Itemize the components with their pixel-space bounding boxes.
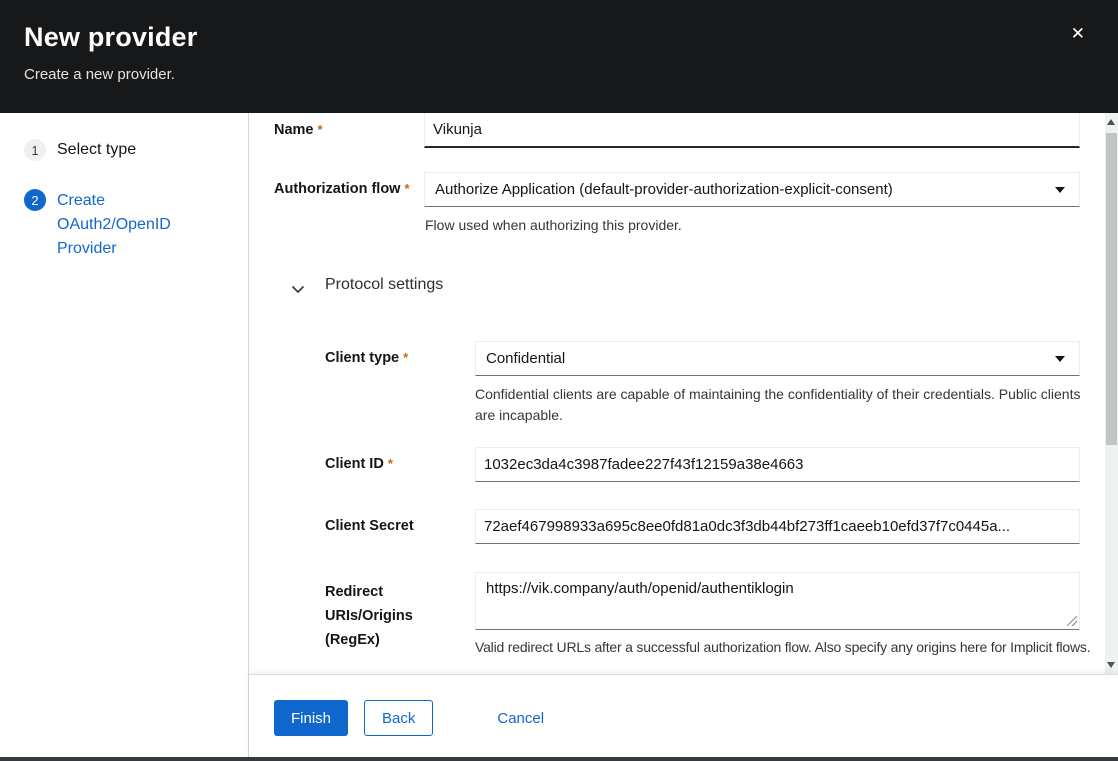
- cancel-button[interactable]: Cancel: [480, 700, 561, 736]
- authorization-flow-select[interactable]: Authorize Application (default-provider-…: [424, 172, 1080, 207]
- caret-down-icon: [1055, 356, 1065, 362]
- required-asterisk: *: [388, 456, 393, 471]
- modal-subtitle: Create a new provider.: [24, 66, 1094, 83]
- protocol-settings-toggle[interactable]: Protocol settings: [249, 273, 1075, 299]
- authorization-flow-label: Authorization flow*: [274, 180, 420, 198]
- close-icon[interactable]: ✕: [1071, 26, 1085, 43]
- client-type-help: Confidential clients are capable of main…: [475, 384, 1083, 426]
- wizard-sidebar: 1 Select type 2 Create OAuth2/OpenID Pro…: [0, 113, 249, 757]
- textarea-resize-handle[interactable]: [1067, 616, 1077, 626]
- required-asterisk: *: [318, 122, 323, 137]
- caret-down-icon: [1055, 187, 1065, 193]
- clipped-content-edge: [0, 757, 1118, 761]
- required-asterisk: *: [403, 350, 408, 365]
- name-input[interactable]: [424, 113, 1080, 148]
- modal-title: New provider: [24, 22, 1094, 53]
- scroll-up-icon[interactable]: [1107, 119, 1115, 125]
- form-scroll-area: Name* Authorization flow* Authorize Appl…: [249, 113, 1105, 674]
- required-asterisk: *: [404, 181, 409, 196]
- client-secret-label: Client Secret: [325, 517, 471, 535]
- redirect-uris-textarea[interactable]: https://vik.company/auth/openid/authenti…: [475, 572, 1080, 630]
- redirect-uris-label: Redirect URIs/Origins (RegEx): [325, 580, 471, 652]
- authorization-flow-help: Flow used when authorizing this provider…: [425, 215, 1065, 236]
- client-type-label: Client type*: [325, 349, 471, 367]
- footer-buttons: Finish Back Cancel: [274, 700, 561, 736]
- back-button[interactable]: Back: [364, 700, 433, 736]
- wizard-step-select-type[interactable]: 1 Select type: [24, 139, 248, 161]
- step-number-badge: 2: [24, 189, 46, 211]
- client-id-label: Client ID*: [325, 455, 471, 473]
- chevron-down-icon: [291, 282, 305, 297]
- client-secret-input[interactable]: [475, 509, 1080, 544]
- new-provider-modal: New provider Create a new provider. ✕ 1 …: [0, 0, 1118, 761]
- modal-header: New provider Create a new provider. ✕: [0, 0, 1118, 113]
- selected-value: Confidential: [486, 350, 565, 367]
- vertical-scrollbar[interactable]: [1105, 113, 1118, 674]
- scrollbar-thumb[interactable]: [1106, 133, 1117, 445]
- selected-value: Authorize Application (default-provider-…: [435, 181, 893, 198]
- step-label: Select type: [57, 139, 183, 161]
- wizard-step-create-provider[interactable]: 2 Create OAuth2/OpenID Provider: [24, 189, 248, 261]
- finish-button[interactable]: Finish: [274, 700, 348, 736]
- scroll-down-icon[interactable]: [1107, 662, 1115, 668]
- name-label: Name*: [274, 121, 420, 139]
- client-id-input[interactable]: [475, 447, 1080, 482]
- client-type-select[interactable]: Confidential: [475, 341, 1080, 376]
- step-label: Create OAuth2/OpenID Provider: [57, 189, 183, 261]
- step-number-badge: 1: [24, 139, 46, 161]
- wizard-footer: Finish Back Cancel: [249, 674, 1118, 757]
- protocol-settings-title: Protocol settings: [325, 276, 443, 294]
- redirect-uris-help: Valid redirect URLs after a successful a…: [475, 637, 1101, 658]
